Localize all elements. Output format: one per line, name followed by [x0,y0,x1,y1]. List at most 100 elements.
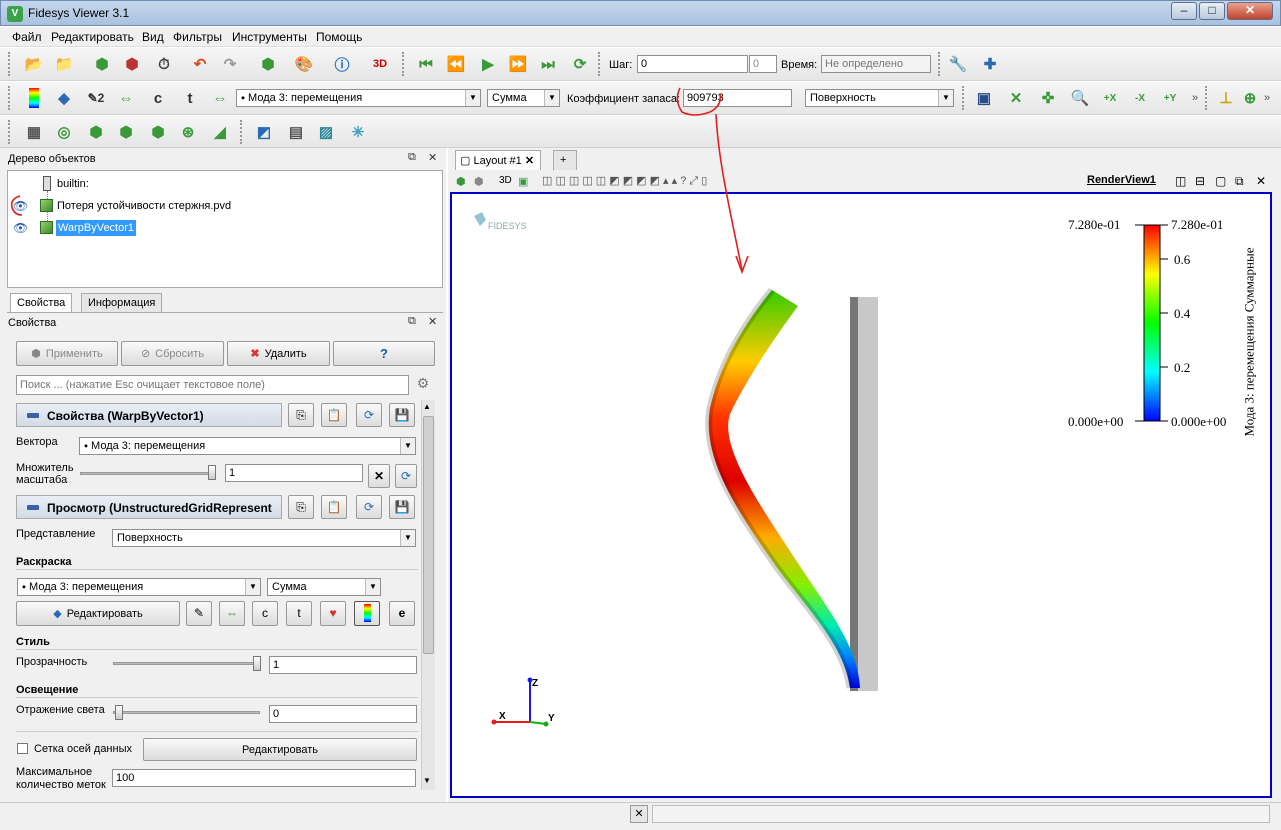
reload-icon[interactable]: ⟳ [356,403,382,427]
render-view[interactable]: FIDESYS 7.280e-01 7.280e-01 0.6 0.4 0.2 … [450,192,1272,798]
prev-frame-icon[interactable]: ⏪ [444,52,468,76]
tree-item-warp[interactable]: 👁 WarpByVector1 [8,218,442,238]
rescale-custom-icon[interactable]: c [252,601,278,626]
reset-scale-icon[interactable]: ⟳ [395,464,417,488]
specular-input[interactable]: 0 [269,705,417,723]
close-icon[interactable]: ✕ [525,155,534,167]
split-vertical-icon[interactable]: ⊟ [1195,174,1205,188]
scale-slider[interactable] [80,472,215,475]
scroll-down-icon[interactable]: ▼ [423,776,431,785]
close-icon[interactable]: ✕ [428,315,437,328]
toolbar-grip[interactable] [402,52,406,76]
select-cells-icon[interactable]: ◩ [252,120,276,144]
add-layout-tab[interactable]: + [553,150,577,170]
toolbar-grip[interactable] [8,52,12,76]
close-button[interactable]: ✕ [1227,2,1273,20]
menu-help[interactable]: Помощь [316,30,362,44]
redo-icon[interactable]: ↷ [218,52,242,76]
split-horizontal-icon[interactable]: ◫ [1175,174,1186,188]
center-axes-icon[interactable]: ⊕ [1238,86,1262,110]
rescale-icon[interactable]: ✎2 [84,86,108,110]
timer-icon[interactable]: ⏱ [152,52,176,76]
tab-properties[interactable]: Свойства [10,293,73,313]
specular-slider-handle[interactable] [115,705,123,720]
view-3d-toggle[interactable]: 3D [499,175,512,186]
close-icon[interactable]: ✕ [428,151,437,164]
axes-grid-checkbox[interactable] [17,743,28,754]
representation-select-panel[interactable]: Поверхность ▼ [112,529,416,547]
section-filter-properties[interactable]: Свойства (WarpByVector1) [16,403,282,427]
maximize-button[interactable]: □ [1199,2,1225,20]
color-legend-icon[interactable] [22,86,46,110]
toolbar-grip[interactable] [962,86,966,110]
tree-item-builtin[interactable]: builtin: [8,174,442,194]
undo-icon[interactable]: ↶ [188,52,212,76]
edit-colormap-button[interactable]: ◆ Редактировать [16,601,180,626]
search-input[interactable] [16,375,409,395]
rescale-temporal-icon[interactable]: t [178,86,202,110]
coloring-component-select[interactable]: Сумма ▼ [267,578,381,596]
vectors-select[interactable]: ⬩ Мода 3: перемещения ▼ [79,437,416,455]
opacity-slider-handle[interactable] [253,656,261,671]
opacity-input[interactable]: 1 [269,656,417,674]
rescale-range-icon[interactable]: ⇔ [114,86,138,110]
scale-input[interactable]: 1 [225,464,363,482]
close-icon[interactable]: ✕ [1256,174,1266,188]
3d-icon[interactable]: 3D [368,52,392,76]
more-icon[interactable]: » [1264,92,1270,104]
paste-icon[interactable]: 📋 [321,403,347,427]
field-select[interactable]: ⬩ Мода 3: перемещения ▼ [236,89,481,107]
screenshot-icon[interactable]: ▣ [518,175,528,188]
play-icon[interactable]: ▶ [476,52,500,76]
reset-camera-icon[interactable]: ▣ [972,86,996,110]
reset-button[interactable]: ⊘ Сбросить [121,341,224,366]
threshold-icon[interactable]: ⬢ [146,120,170,144]
save-state-icon[interactable]: ⬢ [256,52,280,76]
eye-icon[interactable]: 👁 [13,221,28,235]
delete-button[interactable]: ✖ Удалить [227,341,330,366]
view-plus-y-icon[interactable]: +Y [1158,86,1182,110]
warp-icon[interactable]: ◢ [208,120,232,144]
clip-icon[interactable]: ⬢ [84,120,108,144]
copy-icon[interactable]: ⎘ [288,495,314,519]
info-icon[interactable]: ⓘ [330,52,354,76]
minimize-button[interactable]: – [1171,2,1197,20]
tab-layout[interactable]: ▢ Layout #1 ✕ [455,150,542,170]
copy-icon[interactable]: ⎘ [288,403,314,427]
max-labels-input[interactable]: 100 [112,769,416,787]
slice-icon[interactable]: ⬢ [114,120,138,144]
opacity-slider[interactable] [113,662,260,665]
coloring-field-select[interactable]: ⬩ Мода 3: перемещения ▼ [17,578,261,596]
add-plugin-icon[interactable]: ✚ [978,52,1002,76]
section-view-properties[interactable]: Просмотр (UnstructuredGridRepresent [16,495,282,519]
zoom-to-data-icon[interactable]: ✕ [1004,86,1028,110]
component-select[interactable]: Сумма ▼ [487,89,560,107]
step-input[interactable]: 0 [637,55,748,73]
contour-icon[interactable]: ◎ [52,120,76,144]
float-icon[interactable]: ⧉ [408,315,416,328]
rescale-temporal-icon[interactable]: t [286,601,312,626]
menu-edit[interactable]: Редактировать [51,30,134,44]
toolbar-grip[interactable] [8,86,12,110]
help-button[interactable]: ? [333,341,435,366]
float-icon[interactable]: ⧉ [408,151,416,164]
apply-button[interactable]: ⬢ Применить [16,341,118,366]
palette-icon[interactable]: 🎨 [292,52,316,76]
plot-over-line-icon[interactable]: ▤ [284,120,308,144]
calculator-icon[interactable]: ▦ [22,120,46,144]
snowflake-icon[interactable]: ✳ [346,120,370,144]
view-plus-x-icon[interactable]: +X [1098,86,1122,110]
paste-icon[interactable]: 📋 [321,495,347,519]
rescale-visible-icon[interactable]: ⇔ [208,86,232,110]
save-icon[interactable]: 💾 [389,495,415,519]
zoom-closest-icon[interactable]: ✜ [1036,86,1060,110]
last-frame-icon[interactable]: ⏭ [536,52,560,76]
close-icon[interactable]: ✕ [630,805,648,823]
tab-information[interactable]: Информация [81,293,163,313]
specular-slider[interactable] [113,711,260,714]
loop-icon[interactable]: ⟳ [568,52,592,76]
menu-file[interactable]: Файл [12,30,42,44]
clear-icon[interactable]: ✕ [368,464,390,488]
menu-filters[interactable]: Фильтры [173,30,222,44]
toolbar-grip[interactable] [598,52,602,76]
